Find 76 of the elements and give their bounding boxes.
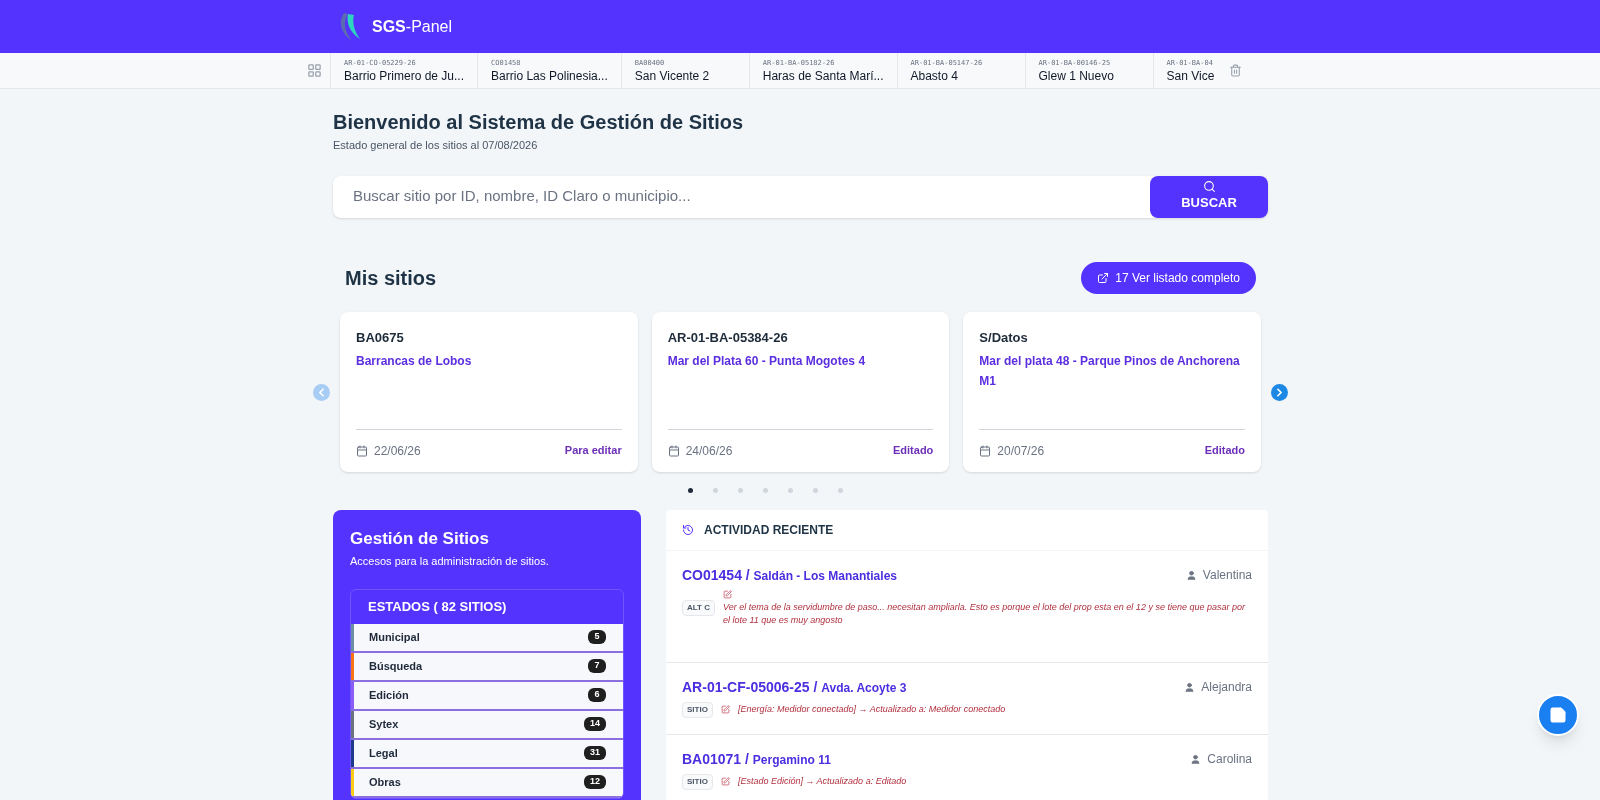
welcome-title: Bienvenido al Sistema de Gestión de Sitios	[333, 110, 745, 135]
activity-note: Ver el tema de la servidumbre de paso... necesitan ampliarla. Esto es porque el lote del prop esta en el 12 y se tiene que pasar por el lote 11 que es muy angosto	[722, 600, 1247, 627]
activity-user: Alejandra	[1201, 679, 1252, 696]
activity-user: Carolina	[1207, 751, 1252, 768]
site-id: BA0675	[356, 328, 405, 347]
state-count: 6	[588, 688, 606, 702]
state-row[interactable]: Municipal 5	[351, 623, 623, 653]
external-link-icon	[1097, 271, 1110, 284]
welcome-subtitle: Estado general de los sitios al 07/08/2026	[333, 138, 539, 153]
search-button[interactable]: BUSCAR	[1150, 175, 1268, 218]
calendar-icon	[667, 444, 680, 457]
history-icon	[682, 523, 694, 536]
activity-item[interactable]: BA01071 / Pergamino 11 Carolina SITIO [Estado Edición] → Actualizado a: Editado	[666, 734, 1268, 800]
brand-title: SGS-Panel	[372, 16, 453, 37]
site-date: 20/07/26	[997, 442, 1045, 460]
state-row[interactable]: Búsqueda 7	[351, 652, 623, 682]
full-list-button[interactable]: 17 Ver listado completo	[1081, 261, 1256, 294]
site-card[interactable]: AR-01-BA-05384-26 Mar del Plata 60 - Punta Mogotes 4 24/06/26 Editado	[651, 311, 950, 472]
section-title: Mis sitios	[345, 265, 437, 291]
site-date: 24/06/26	[685, 442, 733, 460]
panel-subtitle: Accesos para la administración de sitios.	[350, 554, 550, 569]
search-field[interactable]: Buscar sitio por ID, nombre, ID Claro o municipio...	[333, 175, 1150, 218]
state-row[interactable]: Legal 31	[351, 739, 623, 769]
activity-title: ACTIVIDAD RECIENTE	[704, 521, 834, 539]
notes-button[interactable]	[1537, 694, 1579, 736]
calendar-icon	[356, 444, 368, 457]
site-card[interactable]: S/Datos Mar del plata 48 - Parque Pinos de Anchorena M1 20/07/26 Editado	[963, 311, 1261, 472]
edit-icon	[720, 777, 730, 786]
state-label: Municipal	[368, 629, 420, 645]
edit-icon	[722, 589, 732, 599]
activity-tag: SITIO	[682, 773, 713, 790]
activity-site: CO01454 / Saldán - Los Manantiales	[682, 565, 897, 585]
site-name: Barrancas de Lobos	[356, 353, 473, 370]
user-icon	[1185, 569, 1197, 581]
state-label: Sytex	[368, 716, 399, 732]
site-name: Mar del Plata 60 - Punta Mogotes 4	[667, 353, 867, 370]
state-row[interactable]: Sytex 14	[351, 710, 623, 740]
calendar-icon	[979, 444, 992, 457]
carousel-next-button[interactable]	[1271, 383, 1288, 401]
search-bar[interactable]: Buscar sitio por ID, nombre, ID Claro o municipio... BUSCAR	[333, 175, 1268, 218]
activity-tag: ALT C	[682, 600, 715, 616]
state-count: 14	[584, 717, 606, 731]
site-id: S/Datos	[979, 328, 1029, 347]
trash-icon[interactable]	[1228, 64, 1242, 77]
state-row[interactable]: Edición 6	[351, 681, 623, 711]
user-icon	[1190, 753, 1202, 765]
activity-item[interactable]: AR-01-CF-05006-25 / Avda. Acoyte 3 Alejandra SITIO [Energía: Medidor conectado] → Actualizado a: Medidor conectado	[666, 662, 1268, 735]
grid-icon[interactable]	[307, 63, 322, 78]
panel-title: Gestión de Sitios	[350, 527, 490, 550]
edit-icon	[720, 705, 730, 714]
search-icon	[1202, 180, 1216, 194]
site-name: Mar del plata 48 - Parque Pinos de Anchorena M1	[979, 353, 1241, 390]
site-status: Para editar	[564, 443, 622, 459]
state-label: Edición	[368, 687, 409, 703]
state-count: 7	[588, 659, 606, 673]
site-date: 22/06/26	[374, 442, 421, 460]
site-card[interactable]: BA0675 Barrancas de Lobos 22/06/26 Para editar	[340, 311, 638, 472]
activity-change: [Estado Edición] → Actualizado a: Editado	[737, 774, 907, 788]
states-heading: ESTADOS ( 82 SITIOS)	[367, 597, 508, 616]
state-count: 31	[584, 746, 606, 760]
state-label: Búsqueda	[368, 658, 423, 674]
activity-change: [Energía: Medidor conectado] → Actualizado a: Medidor conectado	[737, 702, 1006, 716]
state-label: Obras	[368, 774, 401, 790]
activity-site: AR-01-CF-05006-25 / Avda. Acoyte 3	[682, 677, 907, 697]
user-icon	[1184, 681, 1196, 693]
state-count: 12	[584, 775, 606, 789]
activity-site: BA01071 / Pergamino 11	[682, 749, 831, 769]
state-row[interactable]: Obras 12	[351, 768, 623, 798]
state-count: 5	[588, 630, 606, 644]
site-id: AR-01-BA-05384-26	[667, 328, 789, 347]
activity-user: Valentina	[1202, 567, 1252, 584]
note-icon	[1549, 706, 1567, 724]
activity-tag: SITIO	[682, 701, 713, 718]
state-label: Legal	[368, 745, 398, 761]
site-status: Editado	[1204, 443, 1245, 459]
site-status: Editado	[893, 443, 934, 459]
